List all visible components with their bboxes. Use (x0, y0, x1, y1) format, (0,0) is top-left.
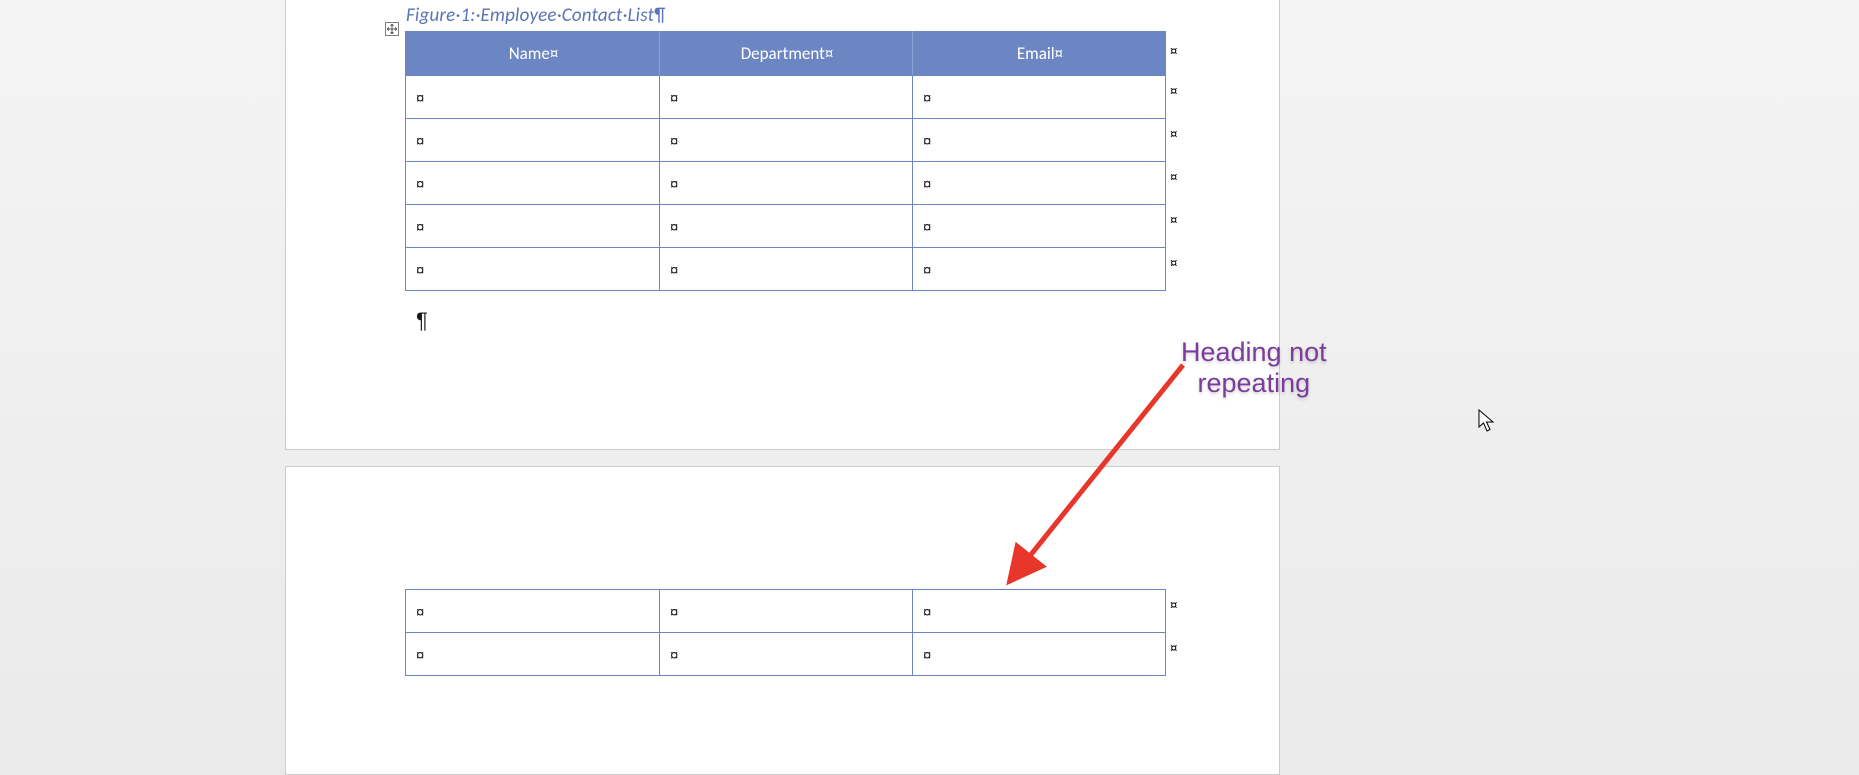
table-row[interactable]: ¤ ¤ ¤ (406, 248, 1166, 291)
table-cell[interactable]: ¤ (913, 633, 1166, 676)
table-cell[interactable]: ¤ (913, 162, 1166, 205)
table-header-department[interactable]: Department¤ (660, 32, 913, 76)
table-header-row[interactable]: Name¤ Department¤ Email¤ (406, 32, 1166, 76)
cell-mark: ¤ (416, 90, 424, 107)
table-cell[interactable]: ¤ (660, 162, 913, 205)
cell-mark: ¤ (923, 647, 931, 664)
table-cell[interactable]: ¤ (913, 119, 1166, 162)
caption-prefix: Figure·1:· (406, 4, 481, 27)
table-row[interactable]: ¤ ¤ ¤ (406, 76, 1166, 119)
table-cell[interactable]: ¤ (406, 590, 660, 633)
table-row[interactable]: ¤ ¤ ¤ (406, 119, 1166, 162)
table-cell[interactable]: ¤ (660, 590, 913, 633)
table-row[interactable]: ¤ ¤ ¤ (406, 590, 1166, 633)
caption-title: Employee·Contact·List (481, 4, 655, 27)
table-header-email[interactable]: Email¤ (913, 32, 1166, 76)
row-end-mark: ¤ (1170, 169, 1177, 187)
table-move-handle-icon[interactable] (385, 22, 399, 36)
cell-mark: ¤ (670, 647, 678, 664)
cell-mark: ¤ (670, 90, 678, 107)
table-row[interactable]: ¤ ¤ ¤ (406, 162, 1166, 205)
annotation-text: Heading not repeating (1181, 337, 1327, 399)
cell-mark: ¤ (923, 604, 931, 621)
table-cell[interactable]: ¤ (660, 76, 913, 119)
employee-table-page1[interactable]: Name¤ Department¤ Email¤ ¤ ¤ ¤ ¤ ¤ ¤ ¤ ¤ ¤ ¤ ¤ ¤ ¤ ¤ ¤ (405, 31, 1166, 291)
row-end-mark: ¤ (1170, 255, 1177, 273)
document-page-1[interactable]: Figure·1:·Employee·Contact·List¶ Name¤ D… (285, 0, 1280, 450)
cell-mark: ¤ (416, 647, 424, 664)
table-cell[interactable]: ¤ (913, 205, 1166, 248)
table-header-name[interactable]: Name¤ (406, 32, 660, 76)
table-cell[interactable]: ¤ (660, 205, 913, 248)
row-end-mark: ¤ (1170, 597, 1177, 615)
cell-mark: ¤ (416, 262, 424, 279)
cursor-icon (1478, 409, 1498, 435)
document-page-2[interactable]: ¤ ¤ ¤ ¤ ¤ ¤ ¤ ¤ (285, 466, 1280, 775)
employee-table-page2[interactable]: ¤ ¤ ¤ ¤ ¤ ¤ (405, 589, 1166, 676)
table-cell[interactable]: ¤ (660, 633, 913, 676)
row-end-mark: ¤ (1170, 212, 1177, 230)
row-end-mark: ¤ (1170, 83, 1177, 101)
cell-mark: ¤ (923, 90, 931, 107)
table-cell[interactable]: ¤ (660, 248, 913, 291)
table-cell[interactable]: ¤ (406, 205, 660, 248)
cell-mark: ¤ (923, 176, 931, 193)
table-cell[interactable]: ¤ (913, 248, 1166, 291)
table-cell[interactable]: ¤ (406, 162, 660, 205)
cell-mark: ¤ (923, 262, 931, 279)
row-end-mark: ¤ (1170, 43, 1177, 61)
cell-mark: ¤ (670, 176, 678, 193)
cell-mark: ¤ (670, 133, 678, 150)
cell-mark: ¤ (670, 219, 678, 236)
row-end-mark: ¤ (1170, 640, 1177, 658)
table-cell[interactable]: ¤ (660, 119, 913, 162)
table-cell[interactable]: ¤ (913, 590, 1166, 633)
cell-mark: ¤ (416, 133, 424, 150)
figure-caption[interactable]: Figure·1:·Employee·Contact·List¶ (406, 4, 666, 27)
table-cell[interactable]: ¤ (913, 76, 1166, 119)
table-cell[interactable]: ¤ (406, 119, 660, 162)
table-cell[interactable]: ¤ (406, 76, 660, 119)
cell-mark: ¤ (670, 262, 678, 279)
cell-mark: ¤ (923, 133, 931, 150)
cell-mark: ¤ (416, 176, 424, 193)
row-end-mark: ¤ (1170, 126, 1177, 144)
pilcrow-mark: ¶ (654, 4, 665, 27)
table-row[interactable]: ¤ ¤ ¤ (406, 205, 1166, 248)
cell-mark: ¤ (923, 219, 931, 236)
table-cell[interactable]: ¤ (406, 633, 660, 676)
table-row[interactable]: ¤ ¤ ¤ (406, 633, 1166, 676)
paragraph-mark[interactable]: ¶ (416, 308, 428, 334)
cell-mark: ¤ (670, 604, 678, 621)
cell-mark: ¤ (416, 219, 424, 236)
table-cell[interactable]: ¤ (406, 248, 660, 291)
cell-mark: ¤ (416, 604, 424, 621)
